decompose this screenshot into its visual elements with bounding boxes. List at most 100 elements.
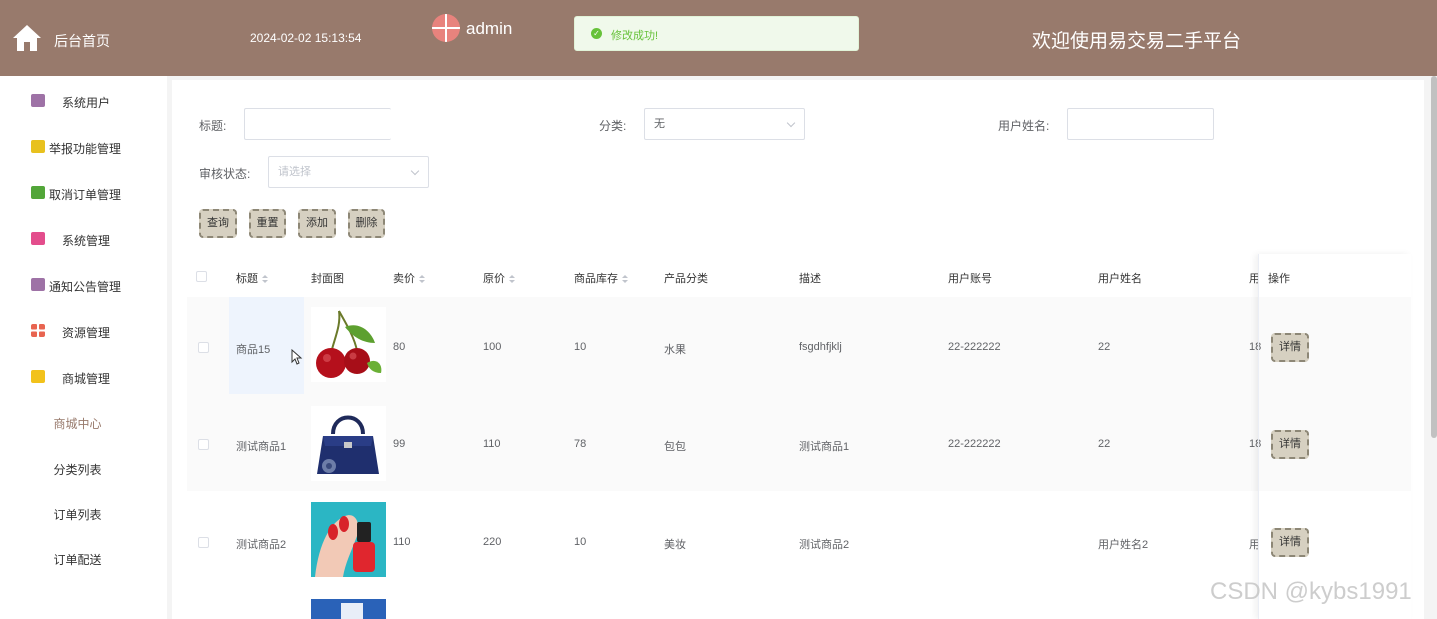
title-filter-input[interactable] (244, 108, 391, 140)
sort-icon[interactable] (622, 275, 628, 284)
cell-title: 测试商品1 (236, 441, 287, 453)
product-image-partial (311, 599, 386, 619)
column-header-category: 产品分类 (664, 273, 708, 285)
avatar[interactable] (432, 14, 460, 42)
column-header-stock[interactable]: 商品库存 (574, 270, 628, 286)
username-filter-label: 用户姓名: (998, 119, 1050, 133)
sidebar-subitem-mall-center[interactable]: 商城中心 (0, 407, 167, 437)
cell-stock: 78 (574, 438, 587, 450)
cell-description: 测试商品1 (799, 441, 850, 453)
cell-sell-price: 80 (393, 341, 406, 353)
column-header-original-price[interactable]: 原价 (483, 270, 515, 286)
sidebar-item-label: 资源管理 (62, 326, 111, 340)
cell-title: 测试商品2 (236, 539, 287, 551)
sidebar-item-cancel-order-management[interactable]: 取消订单管理 (0, 176, 167, 210)
delete-button[interactable]: 删除 (348, 209, 385, 238)
cell-stock: 10 (574, 341, 587, 353)
sort-icon[interactable] (509, 275, 515, 284)
cell-username: 用户姓名2 (1098, 539, 1149, 551)
sidebar-subitem-label: 分类列表 (53, 463, 102, 477)
cell-original-price: 220 (483, 536, 502, 548)
product-image-nail-polish (311, 502, 386, 577)
row-checkbox[interactable] (198, 439, 209, 450)
column-header-sell-price[interactable]: 卖价 (393, 270, 425, 286)
page-scrollbar[interactable] (1431, 76, 1437, 438)
row-checkbox[interactable] (198, 537, 209, 548)
home-link[interactable]: 后台首页 (54, 31, 110, 51)
cube-icon (31, 140, 45, 153)
chevron-down-icon (410, 166, 420, 176)
username-filter-input[interactable] (1067, 108, 1214, 140)
sidebar-item-label: 系统用户 (62, 96, 111, 110)
cell-username: 22 (1098, 438, 1111, 450)
cell-account: 22-222222 (948, 341, 1001, 353)
status-select-placeholder: 请选择 (278, 166, 311, 178)
category-select[interactable]: 无 (644, 108, 805, 140)
product-image-handbag (311, 406, 386, 481)
notice-box-icon (31, 278, 45, 291)
column-header-description: 描述 (799, 273, 821, 285)
product-table: 标题 封面图 卖价 原价 商品库存 产品分类 描述 用户账号 用户姓名 用 操作… (187, 254, 1411, 619)
gift-icon (31, 232, 45, 245)
cell-sell-price: 99 (393, 438, 406, 450)
grid-icon (31, 324, 45, 337)
sort-icon[interactable] (419, 275, 425, 284)
status-filter-label: 审核状态: (199, 167, 251, 181)
sidebar-item-label: 通知公告管理 (49, 280, 122, 294)
sidebar: 系统用户 举报功能管理 取消订单管理 系统管理 通知公告管理 资源管理 商城管理… (0, 76, 167, 619)
cell-original-price: 110 (483, 438, 501, 450)
chevron-down-icon (786, 118, 796, 128)
user-name[interactable]: admin (466, 19, 512, 39)
sidebar-item-mall-management[interactable]: 商城管理 (0, 360, 167, 394)
cell-description: fsgdhfjklj (799, 341, 842, 353)
sidebar-subitem-category-list[interactable]: 分类列表 (0, 453, 167, 483)
cell-category: 水果 (664, 344, 686, 356)
cell-description: 测试商品2 (799, 539, 850, 551)
column-header-title[interactable]: 标题 (236, 270, 268, 286)
cell-sell-price: 110 (393, 536, 411, 548)
user-box-icon (31, 94, 45, 107)
sidebar-subitem-label: 订单配送 (53, 553, 102, 567)
column-header-username: 用户姓名 (1098, 273, 1142, 285)
cell-title: 商品15 (236, 344, 271, 356)
status-select[interactable]: 请选择 (268, 156, 429, 188)
sidebar-item-label: 商城管理 (62, 372, 111, 386)
sidebar-item-label: 系统管理 (62, 234, 111, 248)
sidebar-subitem-order-delivery[interactable]: 订单配送 (0, 543, 167, 573)
title-filter-label: 标题: (199, 119, 227, 133)
category-filter-label: 分类: (599, 119, 627, 133)
sidebar-subitem-order-list[interactable]: 订单列表 (0, 498, 167, 528)
sidebar-item-system-management[interactable]: 系统管理 (0, 222, 167, 256)
sidebar-item-report-management[interactable]: 举报功能管理 (0, 130, 167, 164)
home-icon[interactable] (12, 24, 42, 52)
success-toast: ✓ 修改成功! (574, 16, 859, 51)
sidebar-subitem-label: 商城中心 (53, 417, 102, 431)
site-title: 欢迎使用易交易二手平台 (1032, 31, 1242, 52)
sidebar-item-resource-management[interactable]: 资源管理 (0, 314, 167, 348)
sidebar-subitem-label: 订单列表 (53, 508, 102, 522)
select-all-checkbox[interactable] (196, 271, 207, 282)
cell-stock: 10 (574, 536, 587, 548)
fixed-actions-column (1258, 254, 1411, 619)
column-header-cover: 封面图 (311, 273, 344, 285)
sidebar-item-notice-management[interactable]: 通知公告管理 (0, 268, 167, 302)
message-icon (31, 186, 45, 199)
check-circle-icon: ✓ (591, 28, 602, 39)
product-image-cherry (311, 307, 386, 382)
cell-account: 22-222222 (948, 438, 1001, 450)
row-checkbox[interactable] (198, 342, 209, 353)
query-button[interactable]: 查询 (199, 209, 237, 238)
sidebar-item-system-users[interactable]: 系统用户 (0, 84, 167, 118)
category-select-value: 无 (654, 118, 665, 130)
sort-icon[interactable] (262, 275, 268, 284)
cube-icon (31, 370, 45, 383)
top-header: 后台首页 2024-02-02 15:13:54 admin ✓ 修改成功! 欢… (0, 0, 1437, 76)
current-datetime: 2024-02-02 15:13:54 (250, 31, 362, 45)
sidebar-item-label: 取消订单管理 (49, 188, 122, 202)
reset-button[interactable]: 重置 (249, 209, 286, 238)
cell-username: 22 (1098, 341, 1111, 353)
add-button[interactable]: 添加 (298, 209, 336, 238)
column-header-account: 用户账号 (948, 273, 992, 285)
mouse-cursor-icon (291, 349, 303, 365)
watermark: CSDN @kybs1991 (1210, 578, 1412, 605)
